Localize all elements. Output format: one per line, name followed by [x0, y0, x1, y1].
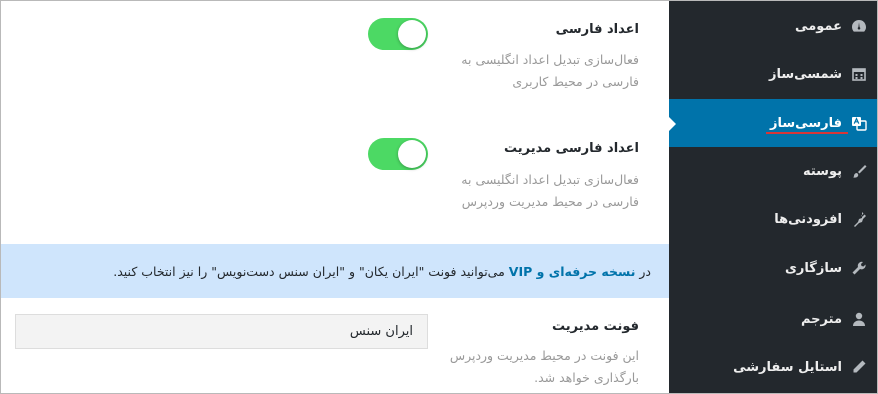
- pencil-icon: [850, 358, 868, 376]
- admin-sidebar: عمومی شمسی‌ساز فارسی‌ساز پوسته افزودنی‌ه: [669, 1, 877, 393]
- settings-panel: اعداد فارسی فعال‌سازی تبدیل اعداد انگلیس…: [1, 1, 671, 393]
- sidebar-item-addons[interactable]: افزودنی‌ها: [669, 195, 877, 243]
- sidebar-item-label: پوسته: [802, 163, 842, 179]
- translate-icon: [850, 114, 868, 132]
- persian-numbers-desc: فعال‌سازی تبدیل اعداد انگلیسی به فارسی د…: [461, 52, 639, 89]
- sidebar-item-label: استایل سفارشی: [733, 359, 842, 375]
- sidebar-item-label: سازگاری: [785, 260, 842, 276]
- upgrade-notice: در نسخه حرفه‌ای و VIP می‌توانید فونت "ای…: [1, 244, 671, 298]
- sidebar-item-label: شمسی‌ساز: [768, 66, 842, 82]
- sidebar-item-farsi[interactable]: فارسی‌ساز: [669, 99, 877, 147]
- notice-highlight-link[interactable]: نسخه حرفه‌ای و VIP: [509, 264, 636, 279]
- sidebar-item-label: عمومی: [795, 18, 842, 34]
- persian-numbers-toggle[interactable]: [368, 18, 428, 50]
- plugin-icon: [850, 210, 868, 228]
- app-window: اعداد فارسی فعال‌سازی تبدیل اعداد انگلیس…: [0, 0, 878, 394]
- admin-font-select[interactable]: ایران سنس: [15, 314, 428, 349]
- admin-persian-numbers-desc: فعال‌سازی تبدیل اعداد انگلیسی به فارسی د…: [461, 172, 639, 209]
- notice-prefix: در: [639, 263, 651, 279]
- sidebar-item-translator[interactable]: مترجم: [669, 295, 877, 343]
- admin-persian-numbers-toggle[interactable]: [368, 138, 428, 170]
- brush-icon: [850, 162, 868, 180]
- toggle-knob: [398, 140, 426, 168]
- sidebar-item-general[interactable]: عمومی: [669, 2, 877, 50]
- notice-text: می‌توانید فونت "ایران یکان" و "ایران سنس…: [113, 263, 505, 279]
- admin-font-value: ایران سنس: [349, 324, 413, 339]
- admin-font-title: فونت مدیریت: [551, 319, 639, 334]
- sidebar-item-custom-style[interactable]: استایل سفارشی: [669, 343, 877, 391]
- toggle-knob: [398, 20, 426, 48]
- gauge-icon: [850, 17, 868, 35]
- admin-font-desc: این فونت در محیط مدیریت وردپرس بارگذاری …: [449, 348, 639, 385]
- sidebar-item-label: افزودنی‌ها: [774, 211, 842, 227]
- admin-persian-numbers-title: اعداد فارسی مدیریت: [503, 141, 639, 156]
- sidebar-item-compat[interactable]: سازگاری: [669, 244, 877, 292]
- sidebar-item-label: مترجم: [800, 311, 842, 327]
- sidebar-item-jalali[interactable]: شمسی‌ساز: [669, 50, 877, 98]
- persian-numbers-title: اعداد فارسی: [555, 22, 639, 37]
- person-icon: [850, 310, 868, 328]
- wrench-icon: [850, 259, 868, 277]
- active-menu-pointer: [669, 117, 676, 131]
- sidebar-item-theme[interactable]: پوسته: [669, 147, 877, 195]
- sidebar-item-label: فارسی‌ساز: [766, 115, 848, 134]
- calendar-icon: [850, 65, 868, 83]
